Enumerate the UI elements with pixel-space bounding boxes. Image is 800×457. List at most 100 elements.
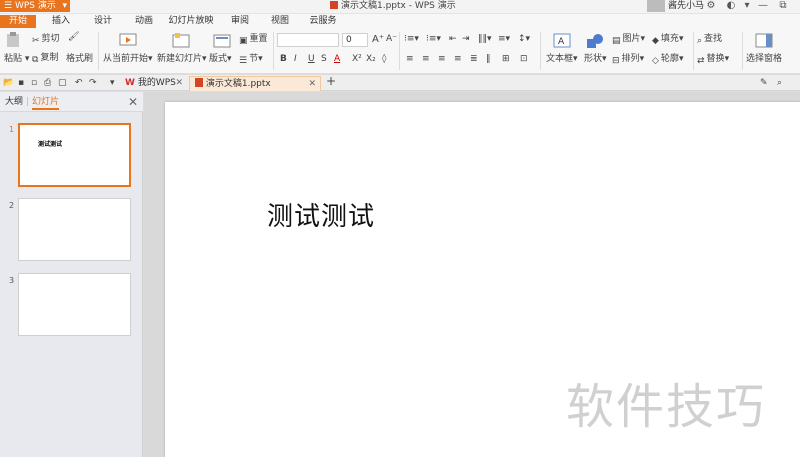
- paste-button[interactable]: [4, 32, 22, 52]
- from-current-button[interactable]: 从当前开始▾: [103, 54, 153, 65]
- tab-insert[interactable]: 插入: [44, 15, 78, 28]
- tab-slides[interactable]: 幻灯片: [32, 97, 60, 110]
- tab-document[interactable]: 演示文稿1.pptx ✕: [189, 76, 321, 91]
- preview-icon[interactable]: ▢: [58, 78, 68, 88]
- export-icon[interactable]: ▫: [31, 78, 41, 88]
- divider: [98, 32, 99, 70]
- selection-pane-icon[interactable]: [755, 33, 773, 49]
- decrease-indent-icon[interactable]: ⇤: [449, 34, 457, 45]
- close-icon[interactable]: ✕: [128, 95, 138, 109]
- selection-pane-button[interactable]: 选择窗格: [746, 54, 782, 65]
- clear-format-icon[interactable]: ◊: [382, 54, 386, 65]
- section-button[interactable]: ☰ 节▾: [239, 54, 263, 67]
- italic-icon[interactable]: I: [294, 54, 297, 65]
- paragraph-settings-icon[interactable]: ⊡: [520, 54, 528, 65]
- search-icon[interactable]: ⌕: [777, 78, 782, 89]
- new-slide-icon[interactable]: [172, 33, 190, 49]
- numbering-icon[interactable]: ⁝≡▾: [426, 34, 441, 45]
- minimize-button[interactable]: —: [756, 0, 770, 12]
- redo-icon[interactable]: ↷: [89, 78, 99, 88]
- chevron-down-icon[interactable]: ▾: [110, 78, 120, 88]
- close-icon[interactable]: ✕: [175, 76, 183, 91]
- wps-app-menu-button[interactable]: ☰ WPS 演示 ▾: [0, 0, 70, 12]
- layout-icon[interactable]: [213, 33, 231, 49]
- font-name-field[interactable]: [277, 33, 339, 47]
- outline-button[interactable]: ◇ 轮廓▾: [652, 54, 683, 67]
- bold-icon[interactable]: B: [280, 54, 287, 65]
- text-box-button[interactable]: 文本框▾: [546, 54, 578, 65]
- cut-button[interactable]: ✂ 剪切: [32, 34, 60, 47]
- pin-icon[interactable]: ✎: [760, 78, 768, 89]
- tab-outline[interactable]: 大纲: [5, 97, 23, 108]
- underline-icon[interactable]: U: [308, 54, 315, 65]
- tab-label: 演示文稿1.pptx: [205, 79, 271, 89]
- align-left-icon[interactable]: ≡: [406, 54, 414, 65]
- smartart-icon[interactable]: ⊞: [502, 54, 510, 65]
- user-account[interactable]: 酱先小马: [647, 0, 704, 12]
- replace-button[interactable]: ⇄ 替换▾: [697, 54, 729, 67]
- play-from-current-icon[interactable]: [119, 33, 137, 49]
- arrange-button[interactable]: ⊟ 排列▾: [612, 54, 644, 67]
- subscript-icon[interactable]: X₂: [366, 54, 376, 65]
- shape-icon[interactable]: [586, 33, 604, 49]
- font-size-field[interactable]: 0: [342, 33, 368, 47]
- format-painter-icon[interactable]: 🖌: [68, 32, 79, 43]
- layout-button[interactable]: 版式▾: [209, 54, 232, 65]
- align-right-icon[interactable]: ≡: [438, 54, 446, 65]
- new-slide-button[interactable]: 新建幻灯片▾: [157, 54, 207, 65]
- print-icon[interactable]: ⎙: [44, 78, 54, 88]
- tab-view[interactable]: 视图: [263, 15, 297, 28]
- open-folder-icon[interactable]: 📂: [3, 78, 14, 88]
- settings-icon[interactable]: ⚙: [704, 0, 718, 12]
- grow-font-icon[interactable]: A⁺: [372, 34, 384, 45]
- slide-thumbnail-3[interactable]: [18, 273, 131, 336]
- tab-cloud[interactable]: 云服务: [303, 15, 343, 28]
- bullets-icon[interactable]: ⁝≡▾: [404, 34, 419, 45]
- picture-button[interactable]: ▤ 图片▾: [612, 34, 645, 47]
- superscript-icon[interactable]: X²: [352, 54, 362, 65]
- text-direction-icon[interactable]: ‖‖▾: [478, 34, 492, 45]
- text-box-icon[interactable]: A: [553, 33, 571, 49]
- distribute-icon[interactable]: ≣: [470, 54, 478, 65]
- shrink-font-icon[interactable]: A⁻: [386, 34, 397, 45]
- columns-icon[interactable]: ‖: [486, 54, 491, 65]
- restore-button[interactable]: ⧉: [776, 0, 790, 12]
- tab-slideshow[interactable]: 幻灯片放映: [166, 15, 216, 28]
- ribbon: 粘贴 ▾ ✂ 剪切 ⧉ 复制 🖌 格式刷 从当前开始▾ 新建幻灯片▾ 版式▾ ▣ 重置…: [0, 28, 800, 74]
- save-icon[interactable]: ▪: [18, 78, 28, 88]
- picture-icon: ▤: [612, 36, 621, 46]
- line-spacing-icon[interactable]: ↕▾: [518, 34, 530, 45]
- divider: [399, 32, 400, 70]
- justify-icon[interactable]: ≡: [454, 54, 462, 65]
- help-icon[interactable]: ◐: [724, 0, 738, 12]
- wps-logo-icon: ☰: [4, 1, 15, 11]
- shadow-icon[interactable]: S: [321, 54, 327, 65]
- tab-animation[interactable]: 动画: [127, 15, 161, 28]
- fill-button[interactable]: ◆ 填充▾: [652, 34, 683, 47]
- close-icon[interactable]: ✕: [308, 77, 316, 92]
- find-button[interactable]: ⌕ 查找: [697, 34, 722, 47]
- tab-my-wps[interactable]: W 我的WPS ✕: [120, 76, 187, 91]
- slide-thumbnail-2[interactable]: [18, 198, 131, 261]
- divider: [742, 32, 743, 70]
- align-center-icon[interactable]: ≡: [422, 54, 430, 65]
- tab-review[interactable]: 审阅: [223, 15, 257, 28]
- paste-label[interactable]: 粘贴 ▾: [4, 54, 29, 65]
- font-color-icon[interactable]: A: [334, 54, 340, 65]
- format-painter-button[interactable]: 格式刷: [66, 54, 93, 65]
- title-bar: ☰ WPS 演示 ▾ 演示文稿1.pptx - WPS 演示 酱先小马 ⚙ ◐ …: [0, 0, 800, 14]
- section-icon: ☰: [239, 56, 248, 66]
- new-tab-button[interactable]: +: [326, 75, 336, 87]
- skin-icon[interactable]: ▾: [740, 0, 754, 12]
- align-text-icon[interactable]: ≡▾: [498, 34, 510, 45]
- copy-button[interactable]: ⧉ 复制: [32, 53, 58, 66]
- undo-icon[interactable]: ↶: [75, 78, 85, 88]
- reset-button[interactable]: ▣ 重置: [239, 34, 268, 47]
- tab-design[interactable]: 设计: [86, 15, 120, 28]
- slide-thumbnail-1[interactable]: 测试测试: [18, 123, 131, 187]
- slide-title-text[interactable]: 测试测试: [267, 196, 375, 233]
- tab-home[interactable]: 开始: [0, 15, 36, 28]
- search-icon: ⌕: [697, 36, 703, 46]
- increase-indent-icon[interactable]: ⇥: [462, 34, 470, 45]
- shape-button[interactable]: 形状▾: [584, 54, 607, 65]
